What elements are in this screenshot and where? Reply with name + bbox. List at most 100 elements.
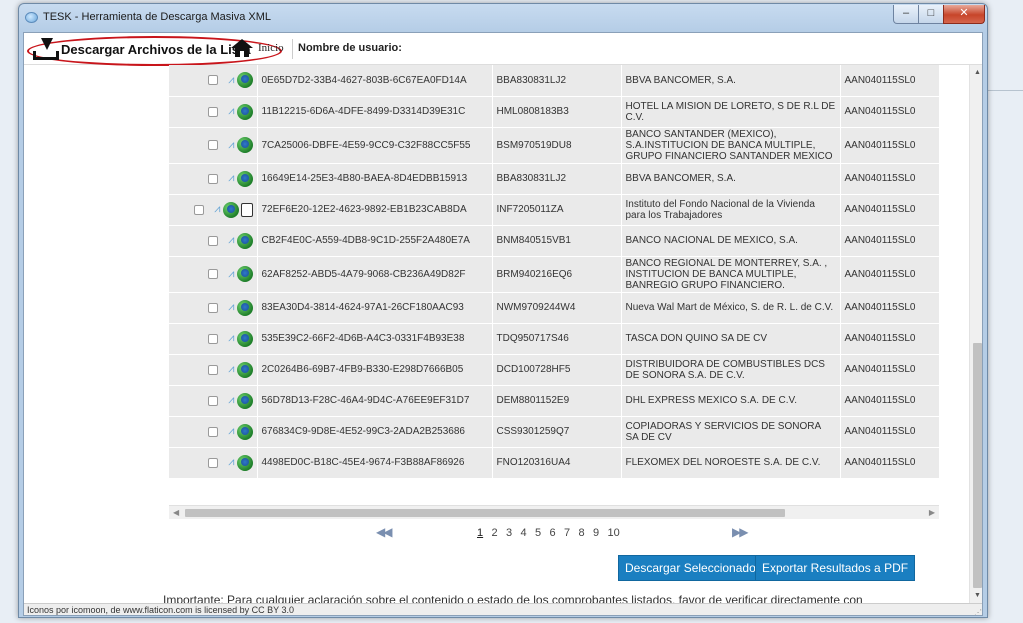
receptor-cell: AAN040115SL0 (840, 354, 939, 386)
status-signal-icon[interactable]: ⩘ (223, 364, 234, 375)
globe-download-icon[interactable] (236, 72, 253, 89)
last-page-icon[interactable]: ▶▶ (732, 525, 749, 539)
row-checkbox[interactable] (207, 235, 218, 246)
globe-download-icon[interactable] (236, 330, 253, 347)
status-signal-icon[interactable]: ⩘ (223, 268, 234, 280)
row-checkbox[interactable] (207, 364, 218, 375)
page-link[interactable]: 10 (608, 527, 620, 539)
rfc-cell: CSS9301259Q7 (492, 416, 622, 448)
table-row: ⩘ 2C0264B6-69B7-4FB9-B330-E298D7666B05 DCD… (169, 354, 939, 386)
receptor-cell: AAN040115SL0 (840, 225, 939, 257)
page-link[interactable]: 7 (564, 527, 570, 539)
status-text: Iconos por icomoon, de www.flaticon.com … (27, 605, 294, 615)
rfc-cell: DEM8801152E9 (492, 385, 622, 417)
page-link[interactable]: 4 (521, 527, 527, 539)
scroll-down-icon[interactable]: ▼ (974, 592, 981, 599)
horizontal-scrollbar[interactable]: ◀ ▶ (169, 505, 939, 519)
status-signal-icon[interactable]: ⩘ (223, 139, 234, 151)
close-button[interactable]: ✕ (943, 5, 985, 24)
rfc-cell: DCD100728HF5 (492, 354, 622, 386)
scroll-up-icon[interactable]: ▲ (974, 69, 981, 76)
row-checkbox[interactable] (207, 106, 218, 117)
status-signal-icon[interactable]: ⩘ (223, 457, 234, 468)
globe-download-icon[interactable] (236, 454, 253, 471)
table-row: ⩘ CB2F4E0C-A559-4DB8-9C1D-255F2A480E7A BNM… (169, 225, 939, 257)
first-page-icon[interactable]: ◀◀ (376, 525, 393, 539)
toolbar: Descargar Archivos de la Lista Inicio No… (24, 33, 982, 66)
globe-download-icon[interactable] (236, 103, 253, 120)
client-area: Descargar Archivos de la Lista Inicio No… (23, 32, 983, 616)
status-signal-icon[interactable]: ⩘ (223, 106, 234, 117)
table-row: ⩘ 535E39C2-66F2-4D6B-A4C3-0331F4B93E38 TDQ… (169, 323, 939, 355)
uuid-cell: 72EF6E20-12E2-4623-9892-EB1B23CAB8DA (257, 194, 493, 226)
app-icon (25, 12, 38, 23)
row-checkbox[interactable] (207, 395, 218, 406)
table-row: ⩘ 11B12215-6D6A-4DFE-8499-D3314D39E31C HML… (169, 96, 939, 128)
app-window: TESK - Herramienta de Descarga Masiva XM… (18, 3, 988, 618)
table-row: ⩘ 72EF6E20-12E2-4623-9892-EB1B23CAB8DA INF… (169, 194, 939, 226)
scroll-right-icon[interactable]: ▶ (929, 508, 935, 517)
receptor-cell: AAN040115SL0 (840, 256, 939, 293)
scroll-left-icon[interactable]: ◀ (173, 508, 179, 517)
maximize-button[interactable]: □ (918, 5, 944, 24)
status-signal-icon[interactable]: ⩘ (223, 426, 234, 437)
export-pdf-button[interactable]: Exportar Resultados a PDF (755, 555, 916, 581)
globe-download-icon[interactable] (236, 423, 253, 440)
row-checkbox[interactable] (193, 204, 204, 215)
row-checkbox[interactable] (207, 426, 218, 437)
status-signal-icon[interactable]: ⩘ (223, 74, 234, 86)
page-link[interactable]: 6 (550, 527, 556, 539)
page-link[interactable]: 2 (492, 527, 498, 539)
uuid-cell: 676834C9-9D8E-4E52-99C3-2ADA2B253686 (257, 416, 493, 448)
home-button[interactable]: Inicio (231, 39, 284, 57)
globe-download-icon[interactable] (236, 137, 253, 153)
globe-download-icon[interactable] (236, 170, 253, 187)
page-link[interactable]: 3 (506, 527, 512, 539)
vertical-scroll-thumb[interactable] (973, 343, 982, 588)
document-icon[interactable] (240, 202, 253, 217)
row-checkbox[interactable] (207, 333, 218, 344)
page-link[interactable]: 8 (579, 527, 585, 539)
receptor-cell: AAN040115SL0 (840, 65, 939, 97)
row-checkbox[interactable] (207, 269, 218, 279)
title-bar[interactable]: TESK - Herramienta de Descarga Masiva XM… (19, 4, 987, 32)
globe-download-icon[interactable] (236, 232, 253, 249)
minimize-button[interactable]: – (893, 5, 919, 24)
status-signal-icon[interactable]: ⩘ (223, 333, 234, 344)
globe-download-icon[interactable] (236, 392, 253, 409)
status-signal-icon[interactable]: ⩘ (223, 395, 234, 406)
rfc-cell: NWM9709244W4 (492, 292, 622, 324)
page-link[interactable]: 5 (535, 527, 541, 539)
row-checkbox[interactable] (207, 140, 218, 150)
status-signal-icon[interactable]: ⩘ (223, 302, 234, 313)
table-row: ⩘ 83EA30D4-3814-4624-97A1-26CF180AAC93 NWM… (169, 292, 939, 324)
globe-download-icon[interactable] (236, 361, 253, 378)
horizontal-scroll-thumb[interactable] (185, 509, 785, 517)
globe-download-icon[interactable] (222, 201, 239, 218)
download-selected-button[interactable]: Descargar Seleccionados (618, 555, 769, 581)
globe-download-icon[interactable] (236, 299, 253, 316)
row-checkbox[interactable] (207, 173, 218, 184)
globe-download-icon[interactable] (236, 266, 253, 282)
resize-grip-icon[interactable]: ⋰ (974, 606, 982, 615)
status-signal-icon[interactable]: ⩘ (209, 204, 220, 215)
row-actions-cell: ⩘ (169, 447, 258, 479)
row-checkbox[interactable] (207, 75, 218, 86)
row-checkbox[interactable] (207, 457, 218, 468)
issuer-name-cell: BBVA BANCOMER, S.A. (621, 163, 841, 195)
home-label: Inicio (258, 42, 284, 54)
rfc-cell: BBA830831LJ2 (492, 163, 622, 195)
table-row: ⩘ 62AF8252-ABD5-4A79-9068-CB236A49D82F BRM… (169, 256, 939, 293)
rfc-cell: INF7205011ZA (492, 194, 622, 226)
rfc-cell: BNM840515VB1 (492, 225, 622, 257)
row-checkbox[interactable] (207, 302, 218, 313)
uuid-cell: 0E65D7D2-33B4-4627-803B-6C67EA0FD14A (257, 65, 493, 97)
username-label: Nombre de usuario: (298, 42, 402, 54)
status-signal-icon[interactable]: ⩘ (223, 173, 234, 184)
table-row: ⩘ 16649E14-25E3-4B80-BAEA-8D4EDBB15913 BBA… (169, 163, 939, 195)
page-link[interactable]: 1 (477, 527, 483, 539)
rfc-cell: HML0808183B3 (492, 96, 622, 128)
status-signal-icon[interactable]: ⩘ (223, 235, 234, 246)
page-link[interactable]: 9 (593, 527, 599, 539)
vertical-scrollbar[interactable]: ▲ ▼ (969, 65, 982, 603)
